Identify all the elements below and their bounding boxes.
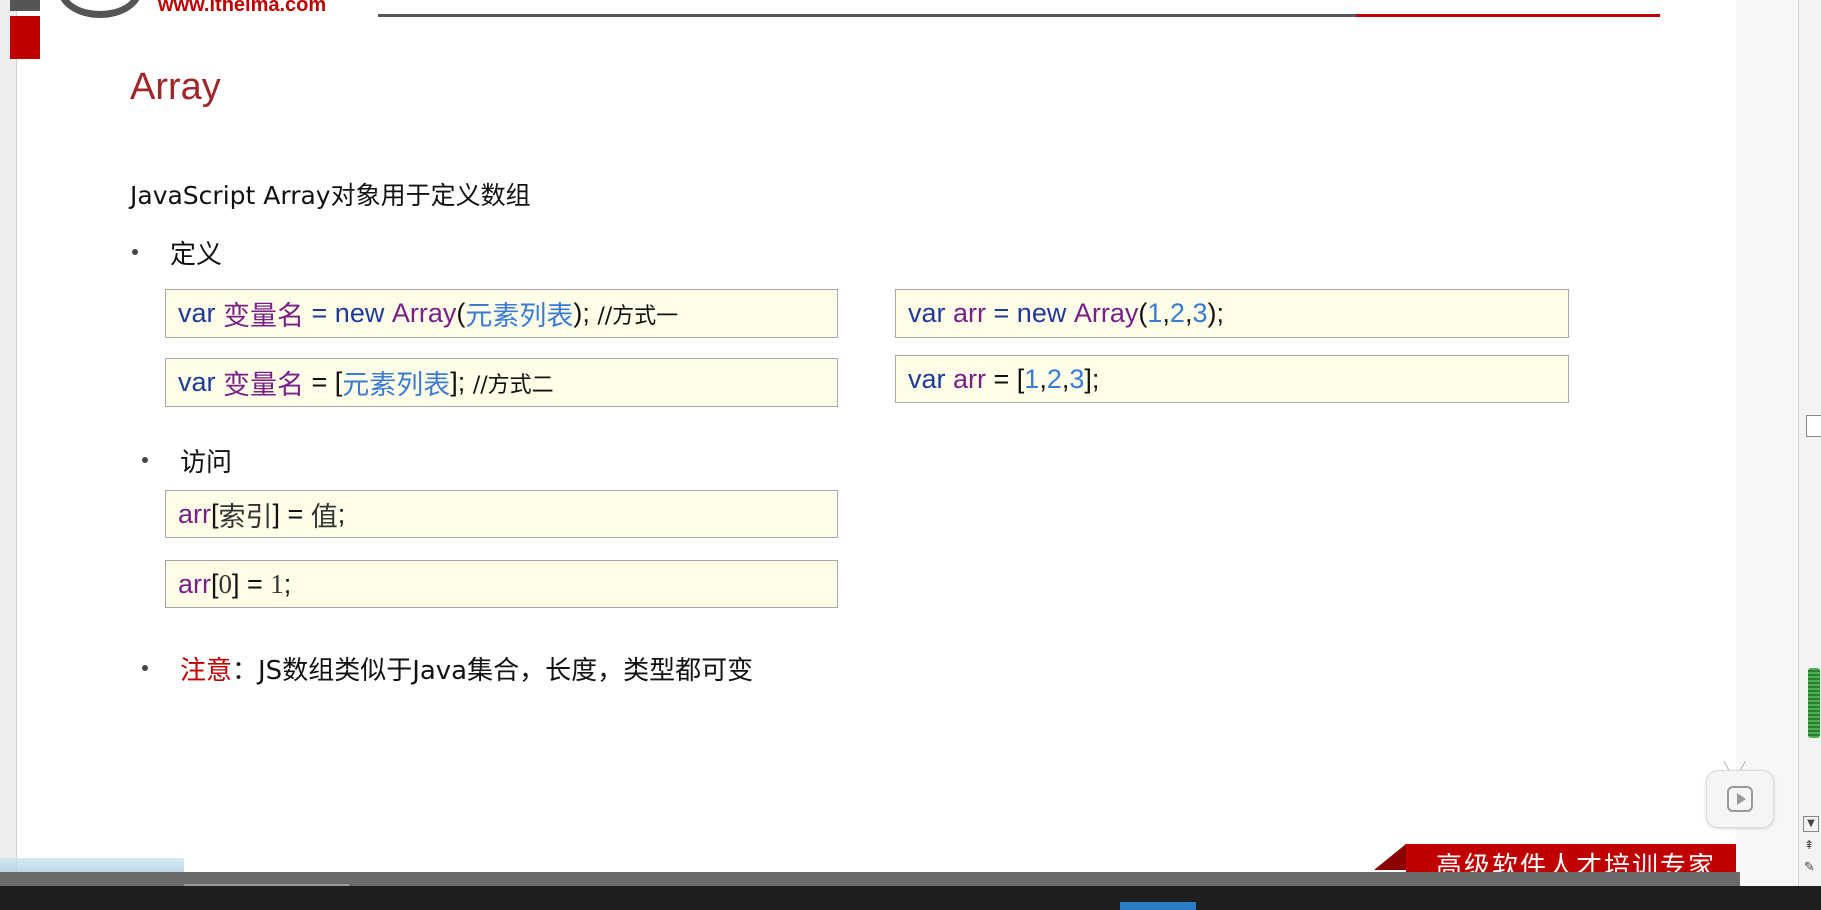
play-icon (1727, 786, 1753, 812)
section-access: 访问 (180, 448, 233, 478)
code-punc: ]; (450, 367, 473, 397)
vertical-scrollbar[interactable] (1798, 0, 1821, 886)
code-number: 2 (1046, 363, 1062, 394)
code-identifier: arr (178, 568, 211, 599)
viewer-right-margin (1736, 0, 1798, 886)
code-operator: ] = (272, 498, 311, 529)
code-class: Array (391, 298, 457, 328)
taskbar (0, 886, 1821, 910)
code-argument: 元素列表 (465, 301, 574, 331)
note-line: 注意：JS数组类似于Java集合，长度，类型都可变 (180, 650, 753, 687)
code-punc: ( (1138, 298, 1148, 328)
code-definition-1: var 变量名 = new Array(元素列表); //方式一 (165, 289, 838, 338)
code-keyword: new (334, 298, 392, 328)
code-keyword: var (178, 367, 224, 397)
code-identifier: arr (953, 363, 987, 394)
intro-text: JavaScript Array对象用于定义数组 (130, 181, 531, 210)
code-punc: [ (211, 498, 219, 529)
code-punc: [ (211, 568, 219, 599)
scroll-marker[interactable] (1806, 415, 1821, 437)
code-punc: , (1162, 298, 1170, 328)
code-index: 0 (218, 568, 233, 599)
code-operator: = [ (304, 367, 343, 397)
code-operator: ] = (232, 568, 271, 599)
note-key: 注意 (180, 656, 233, 686)
code-identifier: 变量名 (223, 370, 305, 400)
code-access-2: arr[0] = 1; (165, 560, 838, 608)
code-keyword: new (1016, 298, 1074, 328)
bullet-dot (142, 457, 148, 463)
code-identifier: arr (178, 498, 211, 529)
code-identifier: 变量名 (223, 301, 305, 331)
code-class: Array (1073, 298, 1139, 328)
bullet-dot (132, 249, 138, 255)
logo-gray-block (10, 0, 40, 11)
footer-triangle (1374, 844, 1406, 870)
code-value: 值 (310, 501, 338, 532)
code-punc: ); (573, 298, 598, 328)
code-operator: = (986, 298, 1017, 328)
code-identifier: arr (953, 298, 987, 328)
code-operator: = (304, 298, 335, 328)
header-rule-dark (378, 14, 1356, 17)
code-number: 1 (1024, 363, 1040, 394)
play-button[interactable] (1706, 770, 1774, 828)
code-punc: ( (456, 298, 466, 328)
taskbar-active-indicator (1120, 902, 1196, 910)
code-punc: ); (1207, 298, 1224, 328)
code-comment: //方式二 (472, 372, 554, 398)
code-example-2: var arr = [1, 2, 3]; (895, 355, 1569, 403)
code-operator: = [ (986, 363, 1025, 394)
bullet-dot (142, 665, 148, 671)
code-punc: ]; (1084, 363, 1100, 394)
code-number: 3 (1192, 298, 1208, 328)
code-number: 1 (1147, 298, 1163, 328)
code-example-1: var arr = new Array(1, 2, 3); (895, 289, 1569, 338)
header-rule-red (1356, 14, 1660, 17)
slide-left-edge (0, 0, 17, 872)
code-argument: 元素列表 (342, 370, 451, 400)
slide-page (16, 0, 1736, 872)
logo-url: www.itheima.com (158, 0, 327, 16)
logo-red-block (10, 16, 40, 59)
slide-title: Array (130, 66, 221, 108)
code-value: 1 (270, 568, 284, 599)
code-keyword: var (908, 363, 954, 394)
scroll-page-up-icon[interactable]: ⇞ (1804, 838, 1814, 852)
vertical-scroll-thumb[interactable] (1808, 668, 1820, 738)
section-define: 定义 (170, 240, 223, 270)
code-punc: , (1184, 298, 1193, 328)
code-punc: ; (337, 498, 346, 529)
code-keyword: var (908, 298, 954, 328)
code-definition-2: var 变量名 = [元素列表]; //方式二 (165, 358, 838, 407)
code-comment: //方式一 (597, 303, 679, 329)
note-text: ：JS数组类似于Java集合，长度，类型都可变 (232, 656, 754, 686)
code-keyword: var (178, 298, 224, 328)
code-punc: , (1061, 363, 1070, 394)
code-punc: ; (283, 568, 292, 599)
code-index: 索引 (218, 501, 273, 532)
code-punc: , (1039, 363, 1047, 394)
code-access-1: arr[索引] = 值; (165, 490, 838, 538)
code-number: 3 (1069, 363, 1085, 394)
code-number: 2 (1169, 298, 1185, 328)
scroll-down-icon[interactable]: ▼ (1803, 816, 1819, 832)
pin-icon[interactable]: ✎ (1804, 860, 1815, 875)
